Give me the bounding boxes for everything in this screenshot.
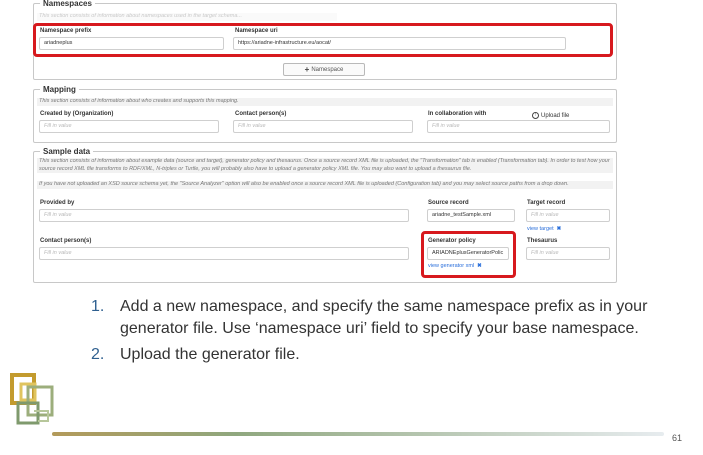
instruction-list: 1. Add a new namespace, and specify the … <box>88 296 648 366</box>
instruction-item: 1. Add a new namespace, and specify the … <box>88 296 648 339</box>
thesaurus-input[interactable]: Fill in value <box>526 247 610 260</box>
thesaurus-label: Thesaurus <box>527 238 558 244</box>
target-record-input[interactable]: Fill in value <box>526 209 610 222</box>
page-number: 61 <box>672 433 683 443</box>
upload-icon: ↑ <box>532 112 539 119</box>
mapping-contact-input[interactable]: Fill in value <box>233 120 413 133</box>
created-by-input[interactable]: Fill in value <box>39 120 219 133</box>
source-record-input[interactable]: ariadne_testSample.xml <box>427 209 515 222</box>
sample-contact-input[interactable]: Fill in value <box>39 247 409 260</box>
mapping-description: This section consists of information abo… <box>37 98 613 106</box>
created-by-label: Created by (Organization) <box>40 111 114 117</box>
instruction-number: 2. <box>91 346 105 363</box>
instruction-number: 1. <box>91 298 105 315</box>
instruction-text: Upload the generator file. <box>120 346 300 363</box>
mapping-editor-screenshot: Namespaces This section consists of info… <box>30 0 620 283</box>
upload-file-button[interactable]: ↑ Upload file <box>532 112 569 119</box>
remove-target-icon[interactable]: ✖ <box>557 226 562 232</box>
mapping-contact-label: Contact person(s) <box>235 111 287 117</box>
collaboration-input[interactable]: Fill in value <box>427 120 610 133</box>
collaboration-label: In collaboration with <box>428 111 487 117</box>
sample-contact-label: Contact person(s) <box>40 238 92 244</box>
view-target-label: view target <box>527 226 554 232</box>
add-namespace-button[interactable]: + Namespace <box>283 63 365 76</box>
sample-description-2: If you have not uploaded an XSD source s… <box>37 181 613 189</box>
namespaces-description: This section consists of information abo… <box>37 13 337 21</box>
instruction-text: Add a new namespace, and specify the sam… <box>120 298 648 337</box>
sample-description-1: This section consists of information abo… <box>37 158 613 173</box>
upload-file-label: Upload file <box>541 112 570 119</box>
provided-by-label: Provided by <box>40 200 75 206</box>
provided-by-input[interactable]: Fill in value <box>39 209 409 222</box>
generator-highlight-box <box>421 231 516 278</box>
footer-bar <box>52 432 664 436</box>
ariadne-logo-icon <box>10 373 54 425</box>
namespace-highlight-box <box>33 23 613 57</box>
mapping-section: Mapping <box>33 85 617 143</box>
mapping-legend: Mapping <box>43 85 76 94</box>
add-namespace-label: Namespace <box>311 66 344 73</box>
namespaces-legend: Namespaces <box>43 0 92 8</box>
plus-icon: + <box>304 64 310 74</box>
source-record-label: Source record <box>428 200 469 206</box>
view-target-link[interactable]: view target ✖ <box>527 226 561 232</box>
sample-data-legend: Sample data <box>43 147 91 156</box>
target-record-label: Target record <box>527 200 566 206</box>
instruction-item: 2. Upload the generator file. <box>88 344 648 366</box>
